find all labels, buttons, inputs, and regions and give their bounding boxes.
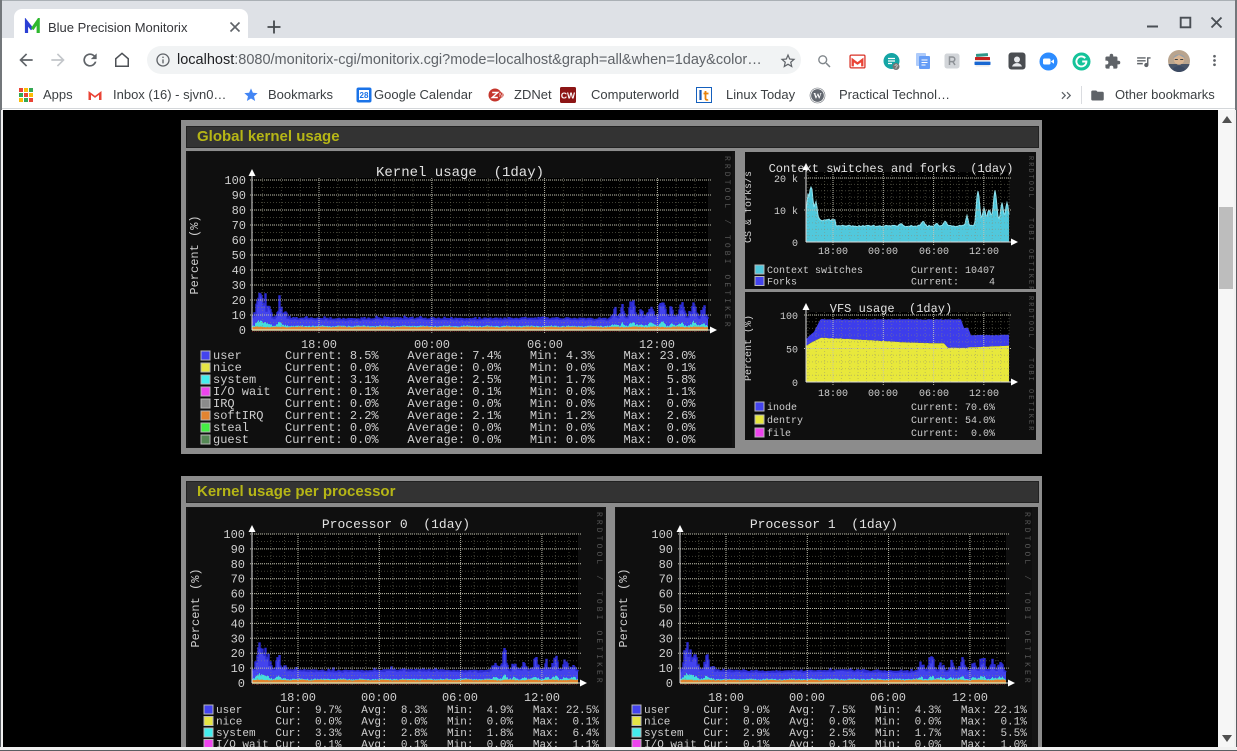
svg-text:N: N	[499, 93, 503, 99]
svg-text:06:00: 06:00	[442, 691, 478, 705]
svg-text:06:00: 06:00	[919, 247, 949, 258]
svg-text:12:00: 12:00	[969, 247, 999, 258]
svg-text:18:00: 18:00	[708, 691, 744, 705]
svg-text:90: 90	[232, 189, 246, 203]
svg-text:18:00: 18:00	[818, 389, 848, 400]
svg-text:system Cur: 3.3% Avg: 2.: system Cur: 3.3% Avg: 2.8% Min: 1.8% Max…	[216, 728, 599, 740]
svg-text:50: 50	[659, 603, 673, 617]
svg-text:28: 28	[360, 91, 369, 100]
svg-text:10: 10	[659, 662, 673, 676]
svg-text:00:00: 00:00	[868, 247, 898, 258]
svg-text:40: 40	[232, 264, 246, 278]
svg-text:18:00: 18:00	[280, 691, 316, 705]
svg-text:dentry Curren: dentry Current: 54.0%	[767, 415, 995, 427]
svg-text:06:00: 06:00	[919, 389, 949, 400]
svg-text:50: 50	[231, 603, 245, 617]
svg-text:100: 100	[651, 528, 673, 542]
svg-text:0: 0	[792, 379, 798, 390]
svg-text:20: 20	[232, 294, 246, 308]
svg-text:60: 60	[232, 234, 246, 248]
svg-text:CS & forks/s: CS & forks/s	[745, 171, 755, 243]
svg-text:80: 80	[232, 204, 246, 218]
svg-text:CW: CW	[561, 91, 576, 101]
svg-text:I/O wait Cur: 0.1% Avg: 0.: I/O wait Cur: 0.1% Avg: 0.1% Min: 0.0% M…	[216, 740, 599, 748]
svg-text:Percent (%): Percent (%)	[745, 315, 755, 381]
svg-text:12:00: 12:00	[524, 691, 560, 705]
svg-text:60: 60	[659, 588, 673, 602]
svg-text:Processor 1 (1day): Processor 1 (1day)	[750, 517, 898, 532]
svg-text:50: 50	[232, 249, 246, 263]
svg-text:30: 30	[659, 632, 673, 646]
svg-text:0: 0	[238, 677, 245, 691]
svg-text:Context switches and forks (1: Context switches and forks (1day)	[769, 162, 1014, 176]
svg-text:100: 100	[780, 312, 798, 323]
svg-text:80: 80	[659, 558, 673, 572]
svg-text:00:00: 00:00	[868, 389, 898, 400]
svg-text:RRDTOOL / TOBI OETIKER: RRDTOOL / TOBI OETIKER	[594, 512, 603, 686]
svg-text:10: 10	[231, 662, 245, 676]
svg-text:20 k: 20 k	[774, 174, 798, 186]
svg-text:RRDTOOL / TOBI OETIKER: RRDTOOL / TOBI OETIKER	[1022, 512, 1031, 686]
svg-text:file Curren: file Current: 0.0%	[767, 428, 995, 440]
svg-text:RRDTOOL / TOBI OETIKER: RRDTOOL / TOBI OETIKER	[722, 156, 731, 330]
svg-text:0: 0	[792, 239, 798, 250]
svg-text:10: 10	[232, 309, 246, 323]
svg-text:70: 70	[231, 573, 245, 587]
svg-text:70: 70	[659, 573, 673, 587]
svg-text:RRDTOOL / TOBI OETIKER: RRDTOOL / TOBI OETIKER	[1026, 296, 1034, 432]
svg-text:80: 80	[231, 558, 245, 572]
svg-text:12:00: 12:00	[969, 389, 999, 400]
svg-text:Percent (%): Percent (%)	[189, 568, 203, 647]
svg-text:100: 100	[223, 528, 245, 542]
svg-text:12:00: 12:00	[952, 691, 988, 705]
svg-text:20: 20	[659, 647, 673, 661]
svg-text:Forks Curren: Forks Current: 4	[767, 277, 995, 289]
svg-text:06:00: 06:00	[870, 691, 906, 705]
svg-text:0: 0	[666, 677, 673, 691]
svg-text:user Cur: 9.7% Avg: 8.: user Cur: 9.7% Avg: 8.3% Min: 4.9% Max: …	[216, 705, 599, 717]
svg-text:40: 40	[231, 617, 245, 631]
svg-text:20: 20	[231, 647, 245, 661]
svg-text:guest Current: 0.0% Ave: guest Current: 0.0% Average: 0.0% Min: 0…	[213, 433, 696, 447]
svg-text:Percent (%): Percent (%)	[188, 215, 202, 294]
svg-text:user Cur: 9.0% Avg: 7.: user Cur: 9.0% Avg: 7.5% Min: 4.3% Max: …	[644, 705, 1027, 717]
svg-text:W: W	[813, 91, 822, 101]
svg-text:40: 40	[659, 617, 673, 631]
svg-text:system Cur: 2.9% Avg: 2.: system Cur: 2.9% Avg: 2.5% Min: 1.7% Max…	[644, 728, 1027, 740]
svg-text:RRDTOOL / TOBI OETIKER: RRDTOOL / TOBI OETIKER	[1026, 156, 1034, 289]
svg-text:60: 60	[231, 588, 245, 602]
svg-text:30: 30	[231, 632, 245, 646]
svg-text:Context switches Curren: Context switches Current: 10407	[767, 265, 995, 277]
svg-text:inode Curren: inode Current: 70.6%	[767, 402, 995, 414]
svg-text:90: 90	[231, 543, 245, 557]
svg-text:00:00: 00:00	[789, 691, 825, 705]
svg-text:18:00: 18:00	[818, 247, 848, 258]
svg-text:70: 70	[232, 219, 246, 233]
svg-text:10 k: 10 k	[774, 206, 798, 218]
svg-text:90: 90	[659, 543, 673, 557]
svg-text:nice Cur: 0.0% Avg: 0.: nice Cur: 0.0% Avg: 0.0% Min: 0.0% Max: …	[644, 717, 1027, 729]
svg-text:Kernel usage (1day): Kernel usage (1day)	[376, 165, 544, 181]
svg-text:00:00: 00:00	[361, 691, 397, 705]
svg-text:nice Cur: 0.0% Avg: 0.: nice Cur: 0.0% Avg: 0.0% Min: 0.0% Max: …	[216, 717, 599, 729]
svg-text:I/O wait Cur: 0.1% Avg: 0.: I/O wait Cur: 0.1% Avg: 0.1% Min: 0.0% M…	[644, 740, 1027, 748]
svg-text:30: 30	[232, 279, 246, 293]
svg-text:VFS usage (1day): VFS usage (1day)	[830, 302, 952, 316]
svg-text:Processor 0 (1day): Processor 0 (1day)	[322, 517, 470, 532]
svg-text:0: 0	[239, 324, 246, 338]
svg-text:100: 100	[224, 174, 246, 188]
svg-text:Percent (%): Percent (%)	[617, 568, 631, 647]
svg-text:50: 50	[786, 346, 798, 357]
